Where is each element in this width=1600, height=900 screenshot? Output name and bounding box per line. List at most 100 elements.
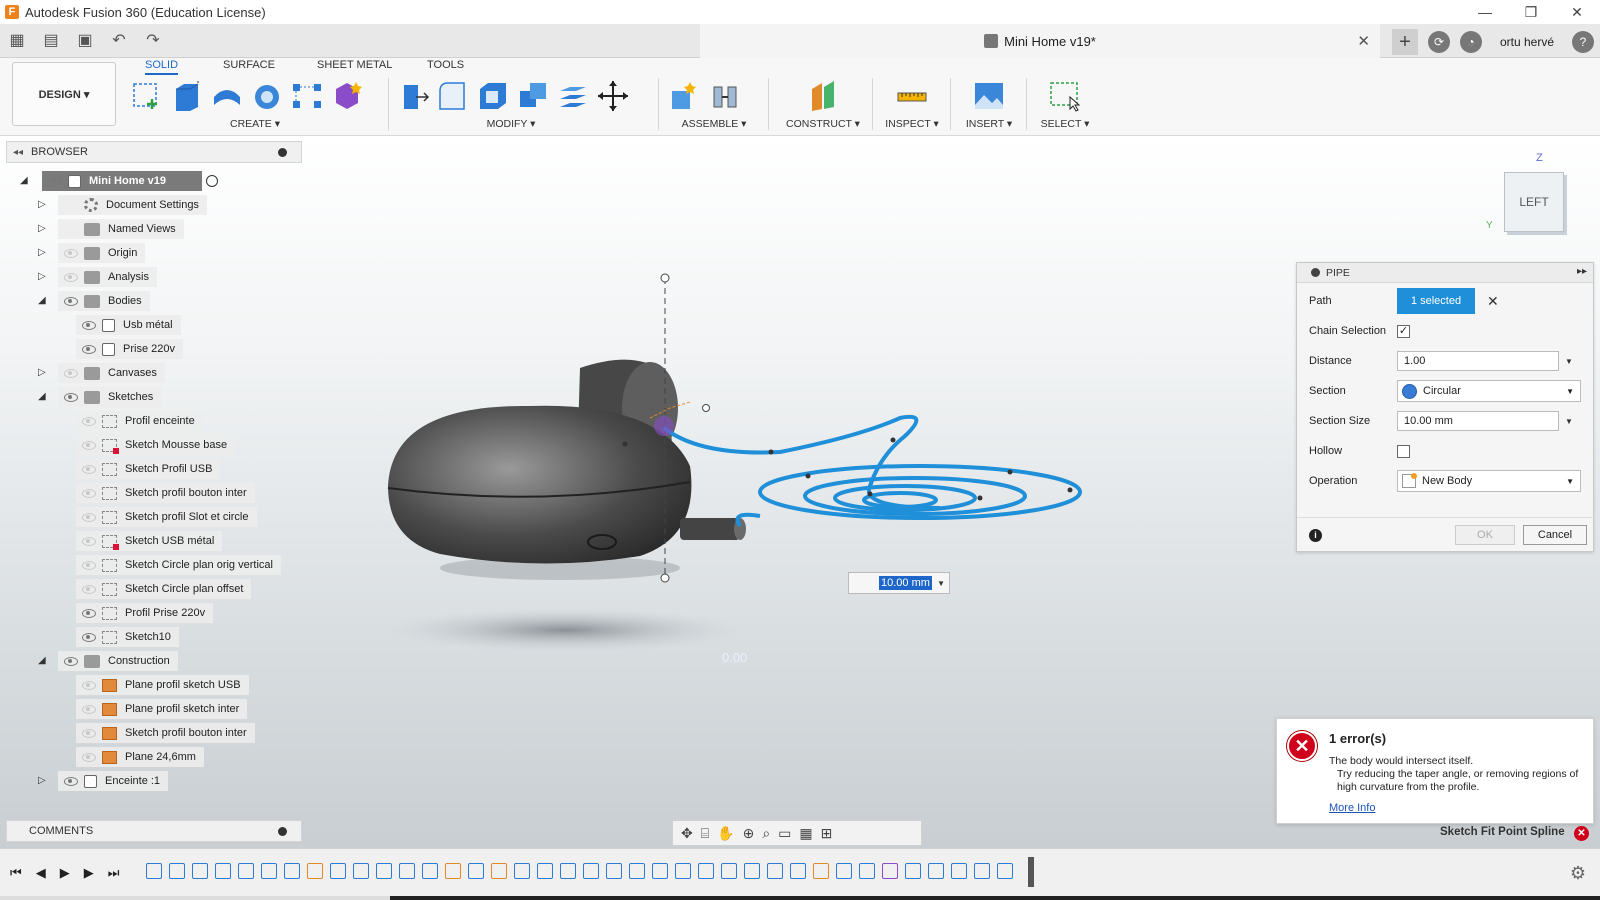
- visibility-eye-icon[interactable]: [82, 416, 96, 426]
- tab-sheet-metal[interactable]: SHEET METAL: [317, 58, 392, 75]
- shell-icon[interactable]: [476, 79, 510, 113]
- fillet-icon[interactable]: [436, 79, 470, 113]
- timeline-feature[interactable]: [468, 863, 484, 879]
- tab-solid[interactable]: SOLID: [145, 58, 179, 75]
- combine-icon[interactable]: [516, 79, 550, 113]
- visibility-eye-icon[interactable]: [82, 464, 96, 474]
- close-window-button[interactable]: ✕: [1554, 0, 1600, 24]
- user-account-menu[interactable]: ortu hervé: [1500, 35, 1554, 49]
- expand-arrow-icon[interactable]: ▷: [38, 200, 48, 210]
- chevron-down-icon[interactable]: ▼: [1565, 417, 1573, 426]
- hollow-checkbox[interactable]: [1397, 444, 1410, 458]
- timeline-feature[interactable]: [537, 863, 553, 879]
- section-size-input[interactable]: 10.00 mm: [1397, 411, 1559, 431]
- visibility-eye-icon[interactable]: [64, 296, 78, 306]
- path-selection-button[interactable]: 1 selected: [1397, 288, 1475, 314]
- job-status-icon[interactable]: ◔: [1459, 31, 1482, 53]
- timeline-feature[interactable]: [836, 863, 852, 879]
- timeline-feature[interactable]: [261, 863, 277, 879]
- modify-group-label[interactable]: MODIFY ▾: [376, 118, 646, 130]
- insert-group-label[interactable]: INSERT ▾: [954, 118, 1024, 130]
- timeline-feature[interactable]: [629, 863, 645, 879]
- visibility-eye-icon[interactable]: [82, 344, 96, 354]
- timeline-feature[interactable]: [238, 863, 254, 879]
- step-forward-icon[interactable]: ▶: [84, 865, 94, 881]
- timeline-feature[interactable]: [606, 863, 622, 879]
- zoom-icon[interactable]: ⊕: [743, 825, 755, 842]
- pan-icon[interactable]: ✋: [717, 825, 734, 842]
- expand-dialog-icon[interactable]: ▸▸: [1577, 266, 1587, 277]
- measure-icon[interactable]: [895, 79, 929, 113]
- section-select[interactable]: Circular ▼: [1397, 380, 1581, 402]
- visibility-eye-icon[interactable]: [82, 560, 96, 570]
- tab-tools[interactable]: TOOLS: [427, 58, 464, 75]
- collapse-browser-icon[interactable]: ◂◂: [13, 147, 23, 158]
- restore-button[interactable]: ❐: [1508, 0, 1554, 24]
- timeline-feature[interactable]: [399, 863, 415, 879]
- chain-selection-checkbox[interactable]: ✓: [1397, 324, 1410, 338]
- create-form-icon[interactable]: [330, 79, 364, 113]
- expand-arrow-icon[interactable]: ▷: [38, 224, 48, 234]
- select-group-label[interactable]: SELECT ▾: [1030, 118, 1100, 130]
- visibility-eye-icon[interactable]: [64, 248, 78, 258]
- visibility-eye-icon[interactable]: [64, 272, 78, 282]
- visibility-eye-icon[interactable]: [64, 392, 78, 402]
- grid-settings-icon[interactable]: ▦: [799, 825, 812, 842]
- offset-plane-icon[interactable]: [806, 79, 840, 113]
- visibility-eye-icon[interactable]: [64, 656, 78, 666]
- timeline-feature[interactable]: [169, 863, 185, 879]
- assemble-group-label[interactable]: ASSEMBLE ▾: [668, 118, 760, 130]
- timeline-feature[interactable]: [146, 863, 162, 879]
- timeline-feature[interactable]: [721, 863, 737, 879]
- timeline-feature[interactable]: [951, 863, 967, 879]
- collapse-arrow-icon[interactable]: ◢: [38, 296, 48, 306]
- timeline-feature[interactable]: [790, 863, 806, 879]
- timeline-feature[interactable]: [744, 863, 760, 879]
- ok-button[interactable]: OK: [1455, 525, 1515, 545]
- timeline-feature[interactable]: [353, 863, 369, 879]
- joint-icon[interactable]: [708, 79, 742, 113]
- timeline-feature[interactable]: [905, 863, 921, 879]
- visibility-eye-icon[interactable]: [82, 680, 96, 690]
- extrude-icon[interactable]: [170, 79, 204, 113]
- undo-icon[interactable]: ↶: [108, 30, 130, 50]
- timeline-feature[interactable]: [192, 863, 208, 879]
- timeline-feature[interactable]: [652, 863, 668, 879]
- save-icon[interactable]: ▣: [74, 30, 96, 50]
- status-error-icon[interactable]: ✕: [1574, 826, 1589, 841]
- collapse-arrow-icon[interactable]: ◢: [38, 392, 48, 402]
- viewports-icon[interactable]: ⊞: [821, 825, 833, 842]
- timeline-feature[interactable]: [882, 863, 898, 879]
- construct-group-label[interactable]: CONSTRUCT ▾: [776, 118, 870, 130]
- timeline-marker[interactable]: [1028, 857, 1034, 887]
- go-to-start-icon[interactable]: ⏮: [10, 865, 22, 881]
- viewcube[interactable]: LEFT: [1504, 172, 1564, 232]
- press-pull-icon[interactable]: [396, 79, 430, 113]
- visibility-eye-icon[interactable]: [82, 320, 96, 330]
- visibility-eye-icon[interactable]: [82, 728, 96, 738]
- visibility-eye-icon[interactable]: [82, 704, 96, 714]
- activate-radio-icon[interactable]: [206, 175, 218, 187]
- tab-surface[interactable]: SURFACE: [223, 58, 275, 75]
- redo-icon[interactable]: ↷: [142, 30, 164, 50]
- visibility-eye-icon[interactable]: [82, 608, 96, 618]
- collapse-arrow-icon[interactable]: ◢: [38, 656, 48, 666]
- workspace-switcher[interactable]: DESIGN ▾: [12, 62, 116, 126]
- visibility-eye-icon[interactable]: [82, 584, 96, 594]
- timeline-feature[interactable]: [859, 863, 875, 879]
- timeline-settings-gear-icon[interactable]: ⚙: [1570, 863, 1586, 884]
- create-sketch-icon[interactable]: [130, 79, 164, 113]
- more-info-link[interactable]: More Info: [1329, 802, 1375, 814]
- timeline-feature[interactable]: [974, 863, 990, 879]
- timeline-feature[interactable]: [813, 863, 829, 879]
- visibility-eye-icon[interactable]: [64, 776, 78, 786]
- chevron-down-icon[interactable]: ▼: [937, 579, 945, 588]
- visibility-eye-icon[interactable]: [82, 632, 96, 642]
- insert-image-icon[interactable]: [972, 79, 1006, 113]
- timeline-feature[interactable]: [376, 863, 392, 879]
- browser-pin-icon[interactable]: [278, 148, 287, 157]
- timeline-feature[interactable]: [767, 863, 783, 879]
- visibility-eye-icon[interactable]: [64, 368, 78, 378]
- window-select-icon[interactable]: [1048, 79, 1082, 113]
- go-to-end-icon[interactable]: ⏭: [108, 865, 120, 881]
